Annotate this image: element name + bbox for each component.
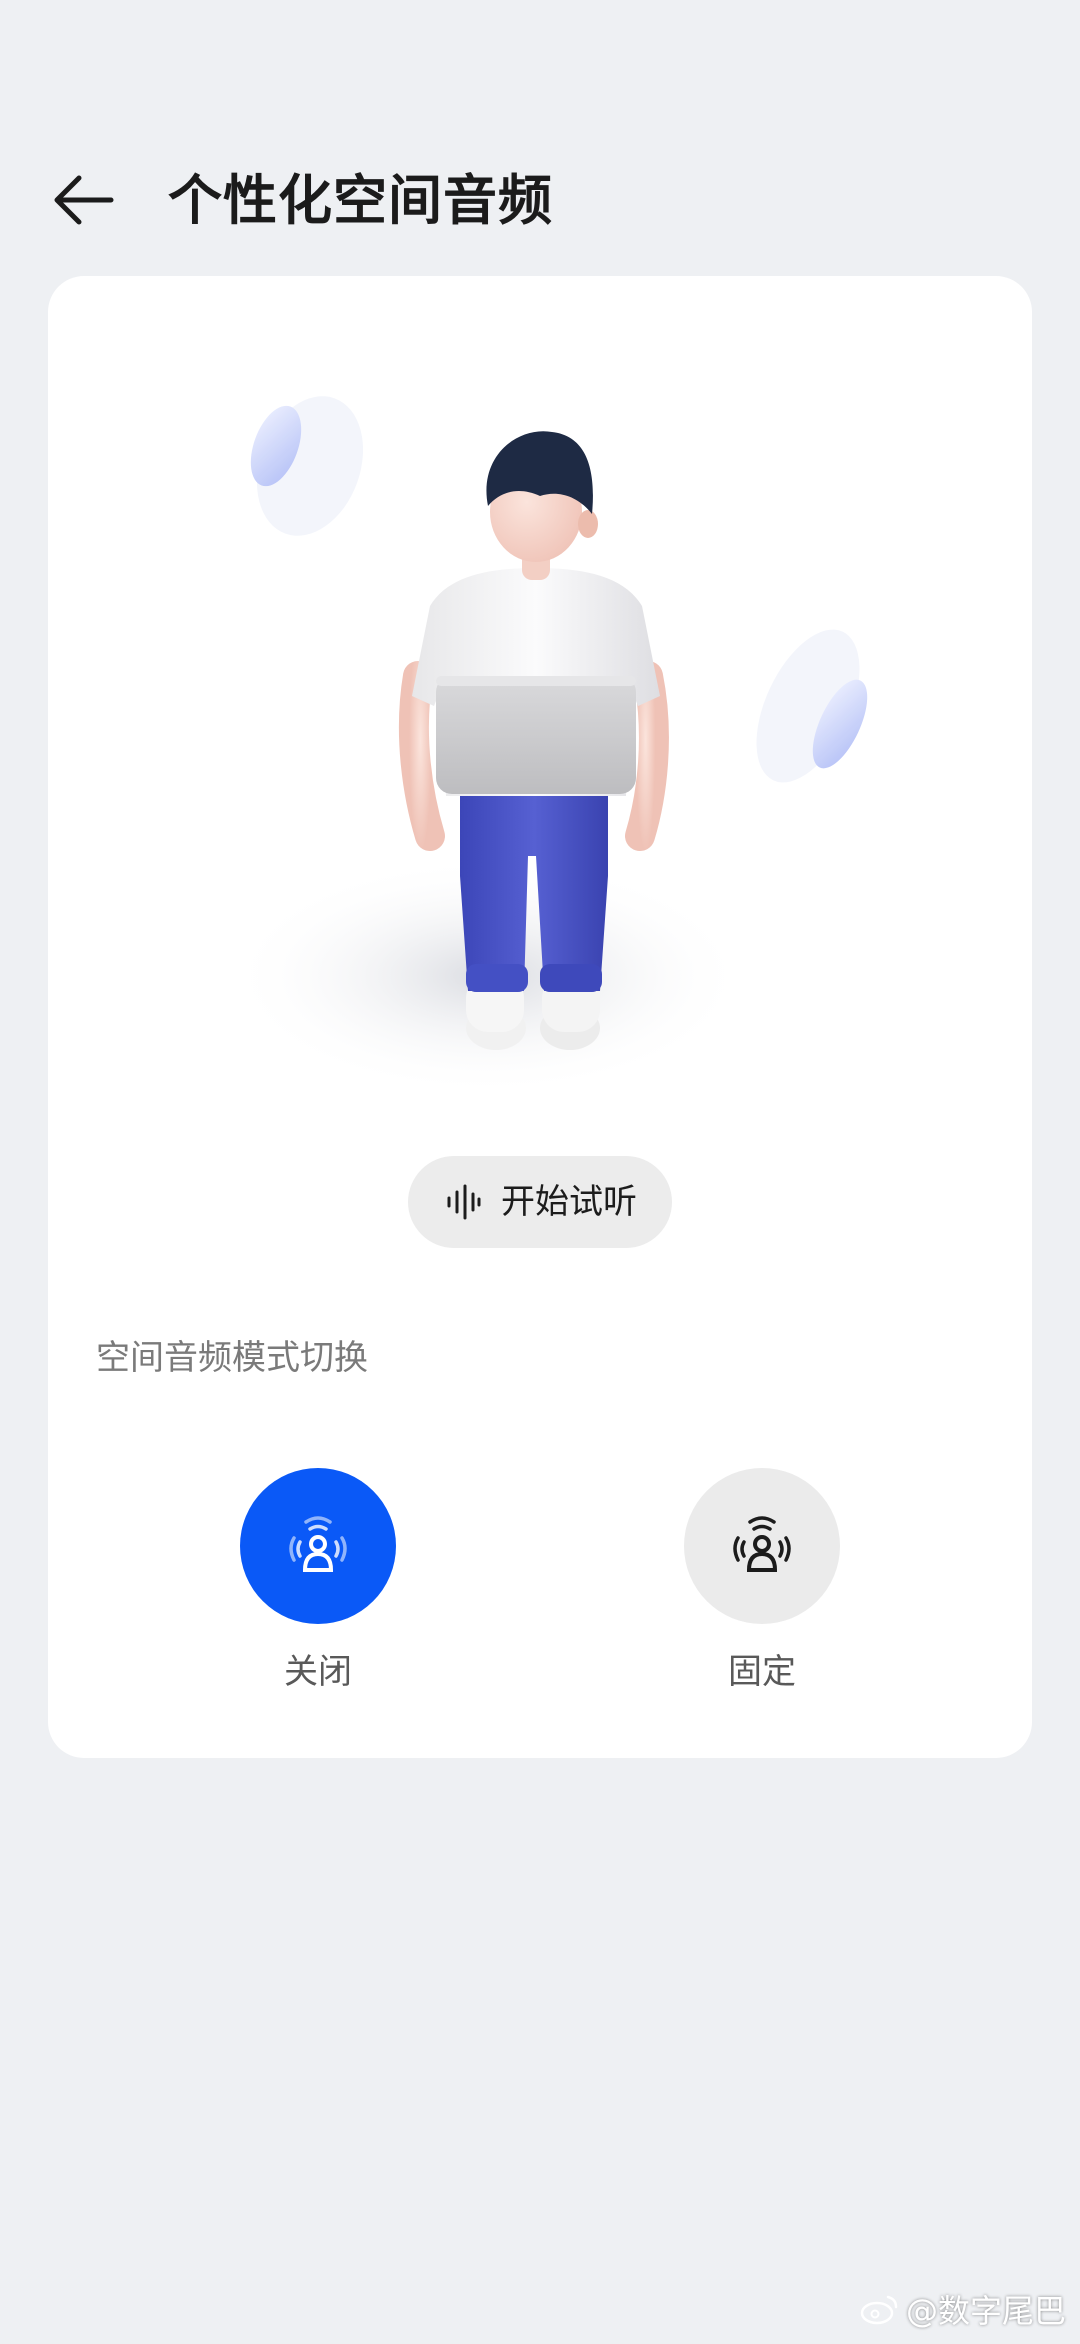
- mode-fixed-option[interactable]: 固定: [682, 1468, 842, 1694]
- person-sound-icon: [289, 1516, 347, 1572]
- mode-fixed-label: 固定: [728, 1652, 796, 1692]
- back-button[interactable]: [40, 162, 124, 238]
- watermark: @数字尾巴: [860, 2286, 1066, 2332]
- weibo-icon: [860, 2295, 898, 2325]
- mode-off-button[interactable]: [240, 1468, 396, 1624]
- title-bar: 个性化空间音频: [0, 150, 1080, 250]
- page-title: 个性化空间音频: [168, 169, 553, 232]
- mode-off-option[interactable]: 关闭: [238, 1468, 398, 1694]
- start-listening-button[interactable]: 开始试听: [408, 1156, 672, 1248]
- person-illustration: [228, 396, 868, 1096]
- start-listening-label: 开始试听: [501, 1182, 637, 1222]
- sound-wave-icon: [447, 1184, 481, 1220]
- person-surround-icon: [733, 1516, 791, 1572]
- mode-fixed-button[interactable]: [684, 1468, 840, 1624]
- arrow-left-icon: [54, 175, 114, 225]
- mode-off-label: 关闭: [284, 1652, 352, 1692]
- spatial-audio-card: 开始试听 空间音频模式切换 关闭 固定: [48, 276, 1032, 1758]
- mode-switch-label: 空间音频模式切换: [96, 1338, 368, 1378]
- watermark-text: @数字尾巴: [905, 2292, 1066, 2330]
